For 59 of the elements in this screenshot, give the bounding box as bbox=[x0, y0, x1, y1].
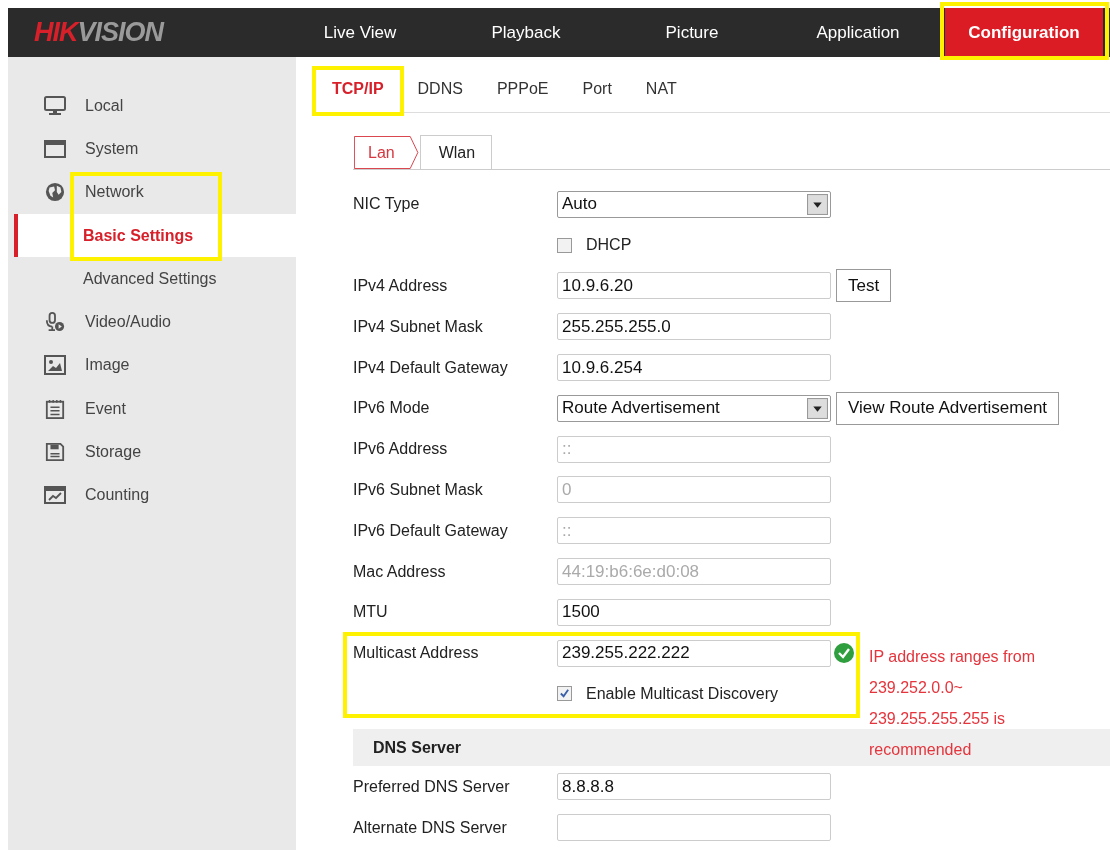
sidebar-item[interactable]: Storage bbox=[85, 443, 142, 461]
field-label: IPv6 Address bbox=[353, 440, 449, 459]
sidebar-item[interactable]: Video/Audio bbox=[85, 313, 171, 332]
input-field[interactable]: 10.9.6.254 bbox=[557, 354, 831, 382]
action-button[interactable]: View Route Advertisement bbox=[836, 391, 1060, 425]
checkbox-label: DHCP bbox=[586, 236, 632, 255]
sidebar-item[interactable]: Network bbox=[85, 183, 144, 202]
sub-tab[interactable]: Wlan bbox=[419, 135, 493, 169]
tab[interactable]: TCP/IP bbox=[316, 70, 400, 108]
monitor-icon bbox=[44, 95, 66, 116]
dropdown[interactable]: Route Advertisement bbox=[557, 394, 831, 422]
nav-tab[interactable]: Picture bbox=[613, 8, 771, 57]
sidebar-item[interactable]: Local bbox=[85, 96, 124, 115]
sub-tab[interactable]: Lan bbox=[353, 135, 420, 169]
tab[interactable]: DDNS bbox=[401, 70, 479, 108]
nav-tab[interactable]: Playback bbox=[447, 8, 605, 57]
field-label: Alternate DNS Server bbox=[353, 818, 508, 837]
field-label: NIC Type bbox=[353, 195, 421, 214]
sidebar-item[interactable]: System bbox=[85, 139, 139, 158]
field-label: Preferred DNS Server bbox=[353, 777, 511, 796]
sidebar-item[interactable]: Image bbox=[85, 356, 130, 375]
tab[interactable]: PPPoE bbox=[480, 70, 565, 108]
sidebar-item[interactable]: Counting bbox=[85, 486, 150, 505]
action-button[interactable]: Test bbox=[836, 269, 892, 303]
field-label: IPv4 Subnet Mask bbox=[353, 317, 484, 336]
field-label: IPv4 Address bbox=[353, 277, 449, 295]
logo: HIKVISION bbox=[33, 17, 166, 48]
checkbox-label: Enable Multicast Discovery bbox=[586, 684, 779, 703]
input-field[interactable]: 1500 bbox=[557, 598, 831, 626]
field-label: IPv6 Default Gateway bbox=[353, 521, 509, 540]
input-field[interactable]: 255.255.255.0 bbox=[557, 313, 831, 341]
field-label: MTU bbox=[353, 603, 389, 622]
nav-tab[interactable]: Configuration bbox=[945, 8, 1103, 57]
tab[interactable]: Port bbox=[566, 70, 628, 108]
input-field[interactable]: 239.255.222.222 bbox=[557, 639, 831, 667]
window-icon bbox=[44, 138, 66, 159]
checkbox[interactable] bbox=[557, 237, 572, 253]
notepad-icon bbox=[44, 398, 66, 419]
field-label: IPv6 Mode bbox=[353, 399, 431, 418]
hint-text: IP address ranges from 239.252.0.0~ 239.255.255.255 is recommended bbox=[869, 646, 1035, 760]
nav-tab[interactable]: Application bbox=[779, 8, 937, 57]
dropdown[interactable]: Auto bbox=[557, 190, 831, 218]
input-field[interactable]: 8.8.8.8 bbox=[557, 773, 831, 801]
sidebar-subitem[interactable]: Advanced Settings bbox=[14, 257, 296, 301]
input-field[interactable] bbox=[557, 814, 831, 842]
microphone-icon bbox=[44, 312, 66, 333]
nav-tab[interactable]: Live View bbox=[281, 8, 439, 57]
input-field[interactable]: 10.9.6.20 bbox=[557, 272, 831, 300]
checkbox[interactable] bbox=[557, 686, 572, 702]
sidebar-item[interactable]: Event bbox=[85, 399, 126, 418]
globe-icon bbox=[44, 182, 66, 203]
sidebar-subitem[interactable]: Basic Settings bbox=[14, 213, 296, 258]
chart-window-icon bbox=[44, 485, 66, 506]
image-icon bbox=[44, 355, 66, 376]
field-label: IPv4 Default Gateway bbox=[353, 358, 509, 377]
tab[interactable]: NAT bbox=[629, 70, 693, 108]
field-label: IPv6 Subnet Mask bbox=[353, 480, 484, 499]
field-label: Multicast Address bbox=[353, 644, 480, 663]
field-label: Mac Address bbox=[353, 562, 447, 581]
